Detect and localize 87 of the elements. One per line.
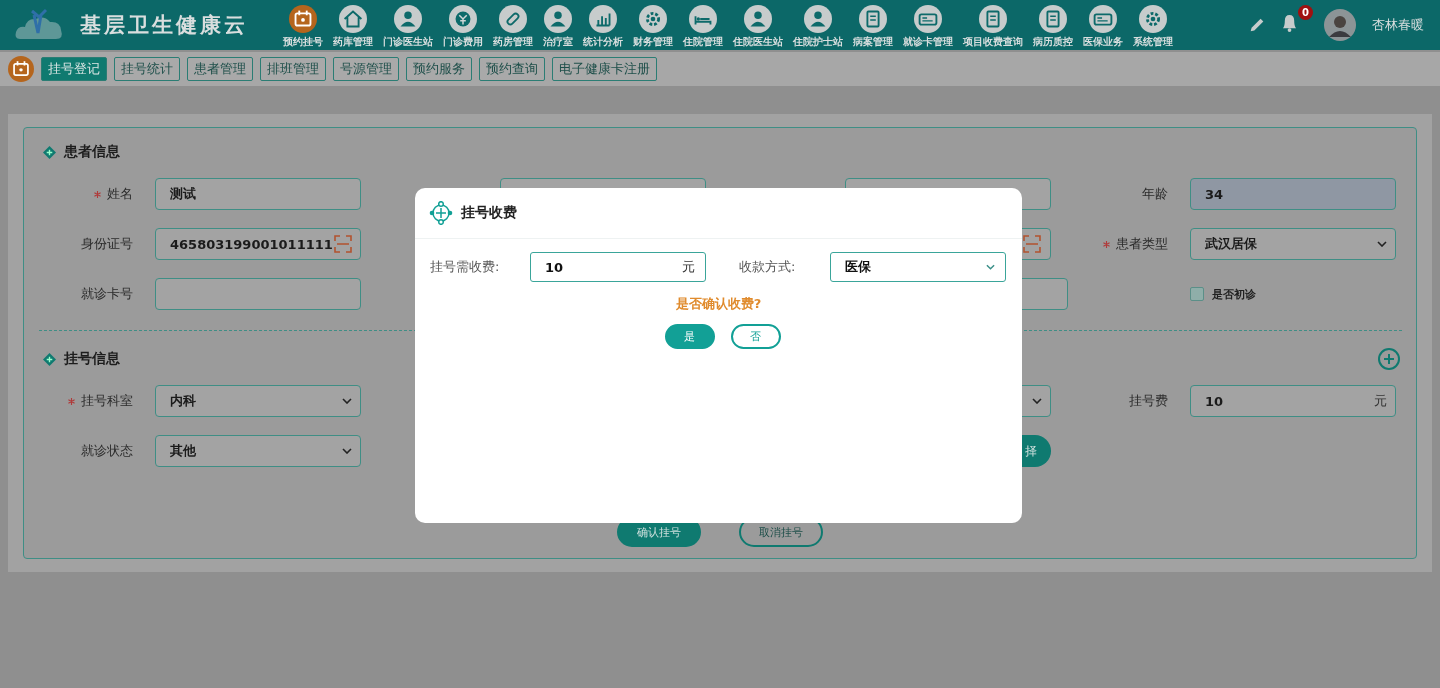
nav-item[interactable]: 住院医生站 — [733, 0, 783, 49]
app-title: 基层卫生健康云 — [80, 12, 249, 39]
nav-item[interactable]: 住院护士站 — [793, 0, 843, 49]
nav-item[interactable]: 药库管理 — [333, 0, 373, 49]
person-icon — [544, 5, 572, 33]
field-label: 年龄 — [1142, 185, 1168, 203]
pill-icon — [499, 5, 527, 33]
chevron-down-icon — [342, 398, 352, 404]
coin-icon — [449, 5, 477, 33]
dialog-title: 挂号收费 — [461, 204, 517, 222]
user-name[interactable]: 杏林春暖 — [1372, 16, 1424, 34]
pencil-icon[interactable] — [1248, 16, 1266, 34]
input-field[interactable] — [155, 278, 361, 310]
nav-item[interactable]: 预约挂号 — [283, 0, 323, 49]
nav-item[interactable]: 财务管理 — [633, 0, 673, 49]
person-icon — [744, 5, 772, 33]
gear-icon — [639, 5, 667, 33]
chart-icon — [589, 5, 617, 33]
scan-icon[interactable] — [332, 234, 353, 254]
calendar-icon — [8, 56, 34, 82]
diamond-plus-icon — [43, 145, 56, 159]
nav-item[interactable]: 项目收费查询 — [963, 0, 1023, 49]
bed-icon — [689, 5, 717, 33]
plus-circle-icon[interactable] — [1378, 348, 1400, 370]
document-icon — [859, 5, 887, 33]
field-label: 身份证号 — [81, 235, 133, 253]
field-label: 患者类型 — [1116, 235, 1168, 253]
tab[interactable]: 挂号统计 — [114, 57, 180, 81]
card-icon — [914, 5, 942, 33]
field-label: 收款方式: — [739, 258, 797, 276]
avatar[interactable] — [1324, 9, 1356, 41]
document-icon — [979, 5, 1007, 33]
notification-badge: 0 — [1298, 5, 1313, 20]
no-button[interactable]: 否 — [730, 324, 781, 349]
card-icon — [1089, 5, 1117, 33]
nav-item[interactable]: 病案管理 — [853, 0, 893, 49]
tab[interactable]: 预约查询 — [479, 57, 545, 81]
select-field[interactable]: 武汉居保 — [1190, 228, 1396, 260]
person-icon — [804, 5, 832, 33]
document-icon — [1039, 5, 1067, 33]
field-label: 就诊卡号 — [81, 285, 133, 303]
input-field[interactable]: 10 元 — [1190, 385, 1396, 417]
field-label: 挂号需收费: — [430, 258, 501, 276]
tab[interactable]: 排班管理 — [260, 57, 326, 81]
person-icon — [394, 5, 422, 33]
tab[interactable]: 预约服务 — [406, 57, 472, 81]
field-label: 姓名 — [107, 185, 133, 203]
nav-item[interactable]: 就诊卡管理 — [903, 0, 953, 49]
select-field[interactable]: 其他 — [155, 435, 361, 467]
tab[interactable]: 患者管理 — [187, 57, 253, 81]
gear-icon — [1139, 5, 1167, 33]
select-field[interactable]: 医保 — [830, 252, 1006, 282]
chevron-down-icon — [1377, 241, 1387, 247]
field-label: 挂号科室 — [81, 392, 133, 410]
select-field[interactable]: 内科 — [155, 385, 361, 417]
chevron-down-icon — [342, 448, 352, 454]
house-icon — [339, 5, 367, 33]
input-field[interactable]: 10 元 — [530, 252, 706, 282]
nav-item[interactable]: 统计分析 — [583, 0, 623, 49]
nav-item[interactable]: 系统管理 — [1133, 0, 1173, 49]
chevron-down-icon — [1032, 398, 1042, 404]
calendar-icon — [289, 5, 317, 33]
confirm-prompt: 是否确认收费? — [675, 296, 762, 311]
nav-item[interactable]: 治疗室 — [543, 0, 573, 49]
section-title: 患者信息 — [64, 143, 120, 161]
scan-icon[interactable] — [1022, 234, 1042, 254]
chevron-down-icon — [986, 264, 995, 270]
bell-icon[interactable] — [1282, 14, 1297, 32]
network-icon — [429, 201, 453, 225]
tab[interactable]: 挂号登记 — [41, 57, 107, 81]
field-label: 挂号费 — [1129, 392, 1168, 410]
nav-item[interactable]: 门诊医生站 — [383, 0, 433, 49]
nav-item[interactable]: 门诊费用 — [443, 0, 483, 49]
nav-item[interactable]: 住院管理 — [683, 0, 723, 49]
nav-item[interactable]: 药房管理 — [493, 0, 533, 49]
input-field[interactable]: 测试 — [155, 178, 361, 210]
nav-item[interactable]: 医保业务 — [1083, 0, 1123, 49]
yes-button[interactable]: 是 — [664, 324, 715, 349]
checkbox[interactable] — [1190, 287, 1204, 301]
field-label: 就诊状态 — [81, 442, 133, 460]
tab[interactable]: 电子健康卡注册 — [552, 57, 657, 81]
nav-item[interactable]: 病历质控 — [1033, 0, 1073, 49]
checkbox-label: 是否初诊 — [1212, 286, 1256, 302]
diamond-plus-icon — [43, 352, 56, 366]
tab[interactable]: 号源管理 — [333, 57, 399, 81]
section-title: 挂号信息 — [64, 350, 120, 368]
input-field[interactable]: 465803199001011111 — [155, 228, 361, 260]
